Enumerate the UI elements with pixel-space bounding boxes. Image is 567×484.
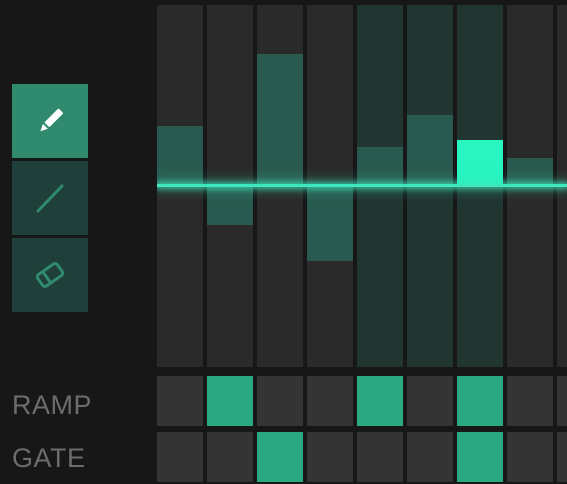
gate-step-toggle[interactable] bbox=[407, 432, 453, 482]
ramp-step-toggle[interactable] bbox=[207, 376, 253, 426]
ramp-step-toggle[interactable] bbox=[157, 376, 203, 426]
ramp-step-toggle[interactable] bbox=[507, 376, 553, 426]
gate-step-toggle[interactable] bbox=[307, 432, 353, 482]
step-bar[interactable] bbox=[307, 185, 353, 261]
gate-step-toggle[interactable] bbox=[207, 432, 253, 482]
ramp-row bbox=[157, 376, 567, 426]
eraser-tool-button[interactable] bbox=[12, 238, 88, 312]
step-value-graph[interactable] bbox=[157, 5, 567, 367]
ramp-step-toggle[interactable] bbox=[557, 376, 567, 426]
ramp-step-toggle[interactable] bbox=[357, 376, 403, 426]
step-bar[interactable] bbox=[507, 158, 553, 185]
gate-step-toggle[interactable] bbox=[157, 432, 203, 482]
gate-step-toggle[interactable] bbox=[557, 432, 567, 482]
gate-row bbox=[157, 432, 567, 482]
ramp-step-toggle[interactable] bbox=[307, 376, 353, 426]
gate-step-toggle[interactable] bbox=[457, 432, 503, 482]
step-bar[interactable] bbox=[357, 147, 403, 185]
zero-line bbox=[157, 184, 567, 187]
gate-step-toggle[interactable] bbox=[507, 432, 553, 482]
step-sequencer-panel: RAMP GATE bbox=[0, 0, 567, 484]
ramp-step-toggle[interactable] bbox=[407, 376, 453, 426]
line-tool-button[interactable] bbox=[12, 161, 88, 235]
ramp-row-label: RAMP bbox=[12, 390, 93, 420]
eraser-icon bbox=[35, 262, 65, 288]
step-bar[interactable] bbox=[207, 185, 253, 225]
step-bar[interactable] bbox=[407, 114, 453, 185]
step-bar[interactable] bbox=[257, 53, 303, 185]
line-icon bbox=[36, 184, 64, 213]
pencil-tool-button[interactable] bbox=[12, 84, 88, 158]
step-bar[interactable] bbox=[157, 125, 203, 185]
gate-step-toggle[interactable] bbox=[357, 432, 403, 482]
gate-row-label: GATE bbox=[12, 443, 86, 473]
ramp-step-toggle[interactable] bbox=[457, 376, 503, 426]
step-bar-active[interactable] bbox=[457, 140, 503, 185]
gate-step-toggle[interactable] bbox=[257, 432, 303, 482]
pencil-icon bbox=[40, 108, 64, 132]
ramp-step-toggle[interactable] bbox=[257, 376, 303, 426]
